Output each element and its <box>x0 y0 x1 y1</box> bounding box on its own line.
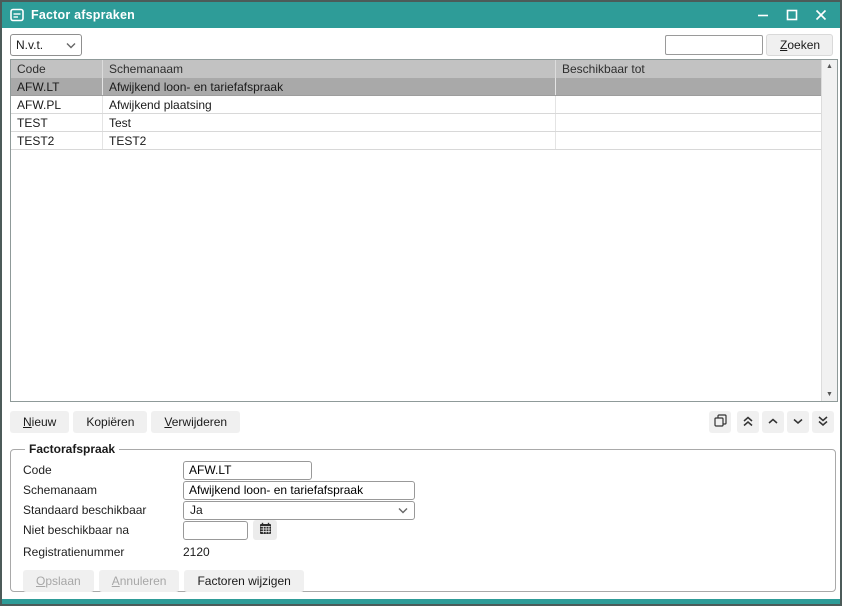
record-navigation <box>709 411 834 433</box>
chevron-down-icon <box>398 503 408 517</box>
chevron-down-icon <box>792 415 804 430</box>
cell-code: AFW.LT <box>11 78 103 95</box>
window-bottom-strip <box>2 599 840 604</box>
registratienummer-value: 2120 <box>183 545 210 559</box>
factorafspraak-group: Factorafspraak Code Schemanaam Standaard… <box>10 442 836 592</box>
scroll-up-icon[interactable]: ▲ <box>826 63 833 70</box>
edit-factors-button[interactable]: Factoren wijzigen <box>184 570 303 592</box>
registratienummer-label: Registratienummer <box>23 545 183 559</box>
chevron-up-icon <box>767 415 779 430</box>
double-chevron-up-icon <box>742 415 754 430</box>
form-window-icon <box>10 8 24 22</box>
date-picker-button[interactable] <box>253 520 277 540</box>
niet-beschikbaar-na-label: Niet beschikbaar na <box>23 523 183 537</box>
move-last-button[interactable] <box>812 411 834 433</box>
cell-code: TEST <box>11 114 103 131</box>
table-actions: Nieuw Kopiëren Verwijderen <box>10 411 240 433</box>
schemanaam-label: Schemanaam <box>23 483 183 497</box>
table-row[interactable]: TEST Test <box>11 114 821 132</box>
chevron-down-icon <box>66 38 76 52</box>
column-header-beschikbaar-tot[interactable]: Beschikbaar tot <box>556 60 821 78</box>
schemanaam-field[interactable] <box>183 481 415 500</box>
move-down-button[interactable] <box>787 411 809 433</box>
factor-table: Code Schemanaam Beschikbaar tot AFW.LT A… <box>10 59 838 402</box>
form-buttons: Opslaan Annuleren Factoren wijzigen <box>23 570 823 592</box>
copy-button[interactable]: Kopiëren <box>73 411 147 433</box>
cell-schemanaam: Afwijkend loon- en tariefafspraak <box>103 78 556 95</box>
move-up-button[interactable] <box>762 411 784 433</box>
move-first-button[interactable] <box>737 411 759 433</box>
close-button[interactable] <box>810 5 832 25</box>
form-row-niet-beschikbaar-na: Niet beschikbaar na <box>23 520 823 540</box>
standaard-beschikbaar-select[interactable]: Ja <box>183 501 415 520</box>
titlebar: Factor afspraken <box>2 2 840 28</box>
standaard-beschikbaar-value: Ja <box>190 503 398 517</box>
filter-dropdown-value: N.v.t. <box>16 38 62 52</box>
delete-button[interactable]: Verwijderen <box>151 411 240 433</box>
search-button[interactable]: Zoeken <box>766 34 833 56</box>
copy-icon <box>714 414 727 430</box>
group-legend: Factorafspraak <box>25 442 119 456</box>
cancel-button[interactable]: Annuleren <box>99 570 180 592</box>
new-button[interactable]: Nieuw <box>10 411 69 433</box>
column-header-schemanaam[interactable]: Schemanaam <box>103 60 556 78</box>
app-window: Factor afspraken N.v.t. Zoeken Code Sche… <box>0 0 842 606</box>
double-chevron-down-icon <box>817 415 829 430</box>
table-row[interactable]: TEST2 TEST2 <box>11 132 821 150</box>
form-row-registratienummer: Registratienummer 2120 <box>23 540 823 563</box>
cell-code: TEST2 <box>11 132 103 149</box>
column-header-code[interactable]: Code <box>11 60 103 78</box>
cell-beschikbaar-tot <box>556 132 821 149</box>
form-row-standaard-beschikbaar: Standaard beschikbaar Ja <box>23 500 823 520</box>
table-body: AFW.LT Afwijkend loon- en tariefafspraak… <box>11 78 821 401</box>
cell-beschikbaar-tot <box>556 96 821 113</box>
cell-code: AFW.PL <box>11 96 103 113</box>
vertical-scrollbar[interactable]: ▲ ▼ <box>821 60 837 401</box>
filter-dropdown[interactable]: N.v.t. <box>10 34 82 56</box>
maximize-button[interactable] <box>781 5 803 25</box>
table-row[interactable]: AFW.PL Afwijkend plaatsing <box>11 96 821 114</box>
cell-schemanaam: TEST2 <box>103 132 556 149</box>
code-field[interactable] <box>183 461 312 480</box>
form-row-schemanaam: Schemanaam <box>23 480 823 500</box>
table-header: Code Schemanaam Beschikbaar tot <box>11 60 821 78</box>
minimize-button[interactable] <box>752 5 774 25</box>
calendar-icon <box>259 522 272 538</box>
niet-beschikbaar-na-field[interactable] <box>183 521 248 540</box>
save-button[interactable]: Opslaan <box>23 570 94 592</box>
cell-beschikbaar-tot <box>556 78 821 95</box>
cell-schemanaam: Afwijkend plaatsing <box>103 96 556 113</box>
form-row-code: Code <box>23 460 823 480</box>
duplicate-button[interactable] <box>709 411 731 433</box>
search-input[interactable] <box>665 35 763 55</box>
table-row[interactable]: AFW.LT Afwijkend loon- en tariefafspraak <box>11 78 821 96</box>
cell-schemanaam: Test <box>103 114 556 131</box>
scroll-down-icon[interactable]: ▼ <box>826 391 833 398</box>
cell-beschikbaar-tot <box>556 114 821 131</box>
code-label: Code <box>23 463 183 477</box>
window-title: Factor afspraken <box>31 8 135 22</box>
standaard-beschikbaar-label: Standaard beschikbaar <box>23 503 183 517</box>
